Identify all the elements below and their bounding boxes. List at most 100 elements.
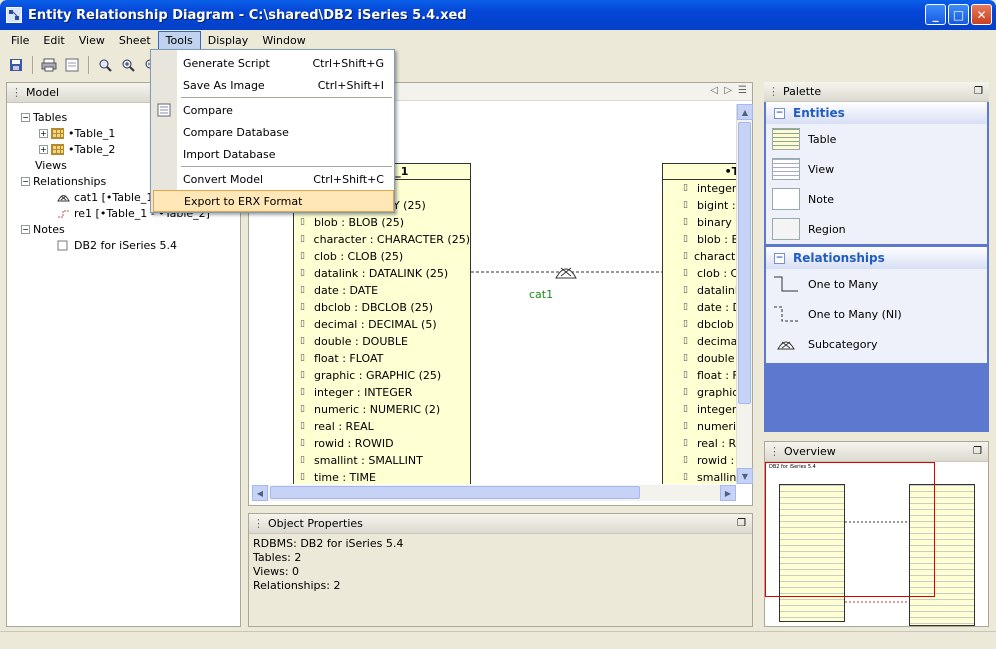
entity-attribute[interactable]: ▯ dbclob : DBCLOB (25)	[677, 316, 736, 333]
entity-attribute[interactable]: ▯ blob : BLOB (25)	[677, 231, 736, 248]
scroll-down-icon[interactable]: ▼	[737, 468, 753, 484]
relationship-icon	[57, 208, 70, 219]
menu-edit[interactable]: Edit	[36, 32, 71, 49]
collapse-icon[interactable]: −	[21, 112, 30, 122]
relationship-label[interactable]: cat1	[529, 288, 553, 301]
attribute-icon: ▯	[683, 336, 688, 346]
entity-attribute[interactable]: ▯ rowid : ROWID	[677, 452, 736, 469]
relationships-header[interactable]: − Relationships	[766, 247, 987, 269]
menu-export-erx[interactable]: Export to ERX Format	[153, 190, 394, 212]
maximize-icon[interactable]: ❐	[974, 86, 983, 97]
window-title: Entity Relationship Diagram - C:\shared\…	[28, 7, 467, 23]
attribute-label: real : REAL	[697, 437, 736, 450]
entity-attribute[interactable]: ▯ double : DOUBLE	[677, 350, 736, 367]
close-button[interactable]: ✕	[971, 4, 992, 25]
menu-generate-script[interactable]: Generate Script Ctrl+Shift+G	[177, 52, 394, 74]
entity-attribute[interactable]: ▯ float : FLOAT	[677, 367, 736, 384]
vertical-scroll-thumb[interactable]	[738, 122, 751, 404]
subcategory-symbol[interactable]	[555, 267, 577, 279]
entity-attribute[interactable]: ▯ date : DATE	[677, 299, 736, 316]
expand-icon[interactable]: +	[39, 128, 48, 138]
collapse-icon[interactable]: −	[21, 176, 30, 186]
menu-tools[interactable]: Tools	[157, 30, 201, 50]
entity-attribute[interactable]: ▯ datalink : DATALINK (25)	[677, 282, 736, 299]
palette-view[interactable]: View	[766, 154, 987, 184]
zoom-in-icon[interactable]	[118, 55, 138, 75]
palette-note[interactable]: Note	[766, 184, 987, 214]
menu-sheet[interactable]: Sheet	[112, 32, 158, 49]
palette-panel: ⋮ Palette ❐	[764, 82, 989, 102]
tab-scroll-left-icon[interactable]: ◁	[710, 85, 718, 96]
attribute-label: dbclob : DBCLOB (25)	[697, 318, 736, 331]
palette-subcategory[interactable]: Subcategory	[766, 329, 987, 359]
entity-attribute[interactable]: ▯ bigint : BIGINT	[677, 197, 736, 214]
entity-attribute[interactable]: ▯ real : REAL	[677, 435, 736, 452]
palette-relationships: − Relationships One to Many One to Many (…	[766, 247, 987, 363]
one-to-many-icon	[772, 273, 800, 295]
collapse-icon[interactable]: −	[774, 252, 785, 264]
zoom-icon[interactable]	[95, 55, 115, 75]
palette-one-to-many[interactable]: One to Many	[766, 269, 987, 299]
entity-attribute[interactable]: ▯ binary : BINARY (25)	[677, 214, 736, 231]
menu-file[interactable]: File	[4, 32, 36, 49]
tree-notes[interactable]: − Notes	[11, 221, 240, 237]
entity-attribute[interactable]: ▯ graphic : GRAPHIC (25)	[677, 384, 736, 401]
entities-header[interactable]: − Entities	[766, 102, 987, 124]
scroll-left-icon[interactable]: ◀	[252, 485, 268, 501]
attribute-label: datalink : DATALINK (25)	[697, 284, 736, 297]
entity-attribute[interactable]: ▯ smallint : SMALLINT	[677, 469, 736, 484]
page-setup-icon[interactable]	[62, 55, 82, 75]
entity-attribute[interactable]: ▯ integer : INTEGER	[677, 401, 736, 418]
entity-attribute[interactable]: ▯ integer_1 : INTEGER	[677, 180, 736, 197]
attribute-label: integer : INTEGER	[697, 403, 736, 416]
menu-convert-model[interactable]: Convert Model Ctrl+Shift+C	[177, 168, 394, 190]
menu-import-database[interactable]: Import Database	[177, 143, 394, 165]
menu-save-as-image[interactable]: Save As Image Ctrl+Shift+I	[177, 74, 394, 96]
palette-entities: − Entities Table View Note Region	[766, 102, 987, 244]
palette-region[interactable]: Region	[766, 214, 987, 244]
overview-viewport[interactable]	[765, 462, 935, 597]
print-icon[interactable]	[39, 55, 59, 75]
maximize-icon[interactable]: ❐	[973, 446, 982, 457]
prop-rdbms: RDBMS: DB2 for iSeries 5.4	[253, 537, 404, 550]
entity-attribute[interactable]: ▯ clob : CLOB (25)	[677, 265, 736, 282]
horizontal-scroll-thumb[interactable]	[270, 486, 640, 499]
attribute-label: smallint : SMALLINT	[697, 471, 736, 484]
entity-attribute[interactable]: ▯ decimal : DECIMAL (5)	[677, 333, 736, 350]
attribute-icon: ▯	[683, 421, 688, 431]
minimize-button[interactable]: _	[925, 4, 946, 25]
tree-note-1[interactable]: DB2 for iSeries 5.4	[11, 237, 240, 253]
scroll-right-icon[interactable]: ▶	[720, 485, 736, 501]
maximize-button[interactable]: □	[948, 4, 969, 25]
vertical-scrollbar[interactable]: ▲ ▼	[736, 104, 753, 484]
attribute-label: blob : BLOB (25)	[697, 233, 736, 246]
menu-display[interactable]: Display	[201, 32, 256, 49]
collapse-icon[interactable]: −	[21, 224, 30, 234]
note-icon	[772, 188, 800, 210]
entity-attribute[interactable]: ▯ character : CHARACTER (25)	[677, 248, 736, 265]
palette-one-to-many-ni[interactable]: One to Many (NI)	[766, 299, 987, 329]
attribute-icon: ▯	[683, 404, 688, 414]
menu-compare[interactable]: Compare	[177, 99, 394, 121]
tab-scroll-right-icon[interactable]: ▷	[724, 85, 732, 96]
attribute-label: integer_1 : INTEGER	[697, 182, 736, 195]
entity-table-2[interactable]: •Table_2 ▯ integer_1 : INTEGER ▯ bigint : B…	[662, 163, 736, 484]
attribute-icon: ▯	[683, 472, 688, 482]
menu-view[interactable]: View	[72, 32, 112, 49]
region-icon	[772, 218, 800, 240]
horizontal-scrollbar[interactable]: ◀ ▶	[252, 485, 736, 501]
tab-list-icon[interactable]: ☰	[738, 85, 747, 96]
scroll-up-icon[interactable]: ▲	[737, 104, 753, 120]
attribute-icon: ▯	[683, 387, 688, 397]
collapse-icon[interactable]: −	[774, 107, 785, 119]
overview-map[interactable]: DB2 for iSeries 5.4	[765, 462, 988, 626]
menu-window[interactable]: Window	[255, 32, 312, 49]
entity-attribute[interactable]: ▯ numeric : NUMERIC (2)	[677, 418, 736, 435]
palette-table[interactable]: Table	[766, 124, 987, 154]
entity-title: •Table_2	[663, 164, 736, 180]
title-bar[interactable]: Entity Relationship Diagram - C:\shared\…	[0, 0, 996, 30]
menu-compare-database[interactable]: Compare Database	[177, 121, 394, 143]
maximize-icon[interactable]: ❐	[737, 518, 746, 529]
save-icon[interactable]	[6, 55, 26, 75]
expand-icon[interactable]: +	[39, 144, 48, 154]
